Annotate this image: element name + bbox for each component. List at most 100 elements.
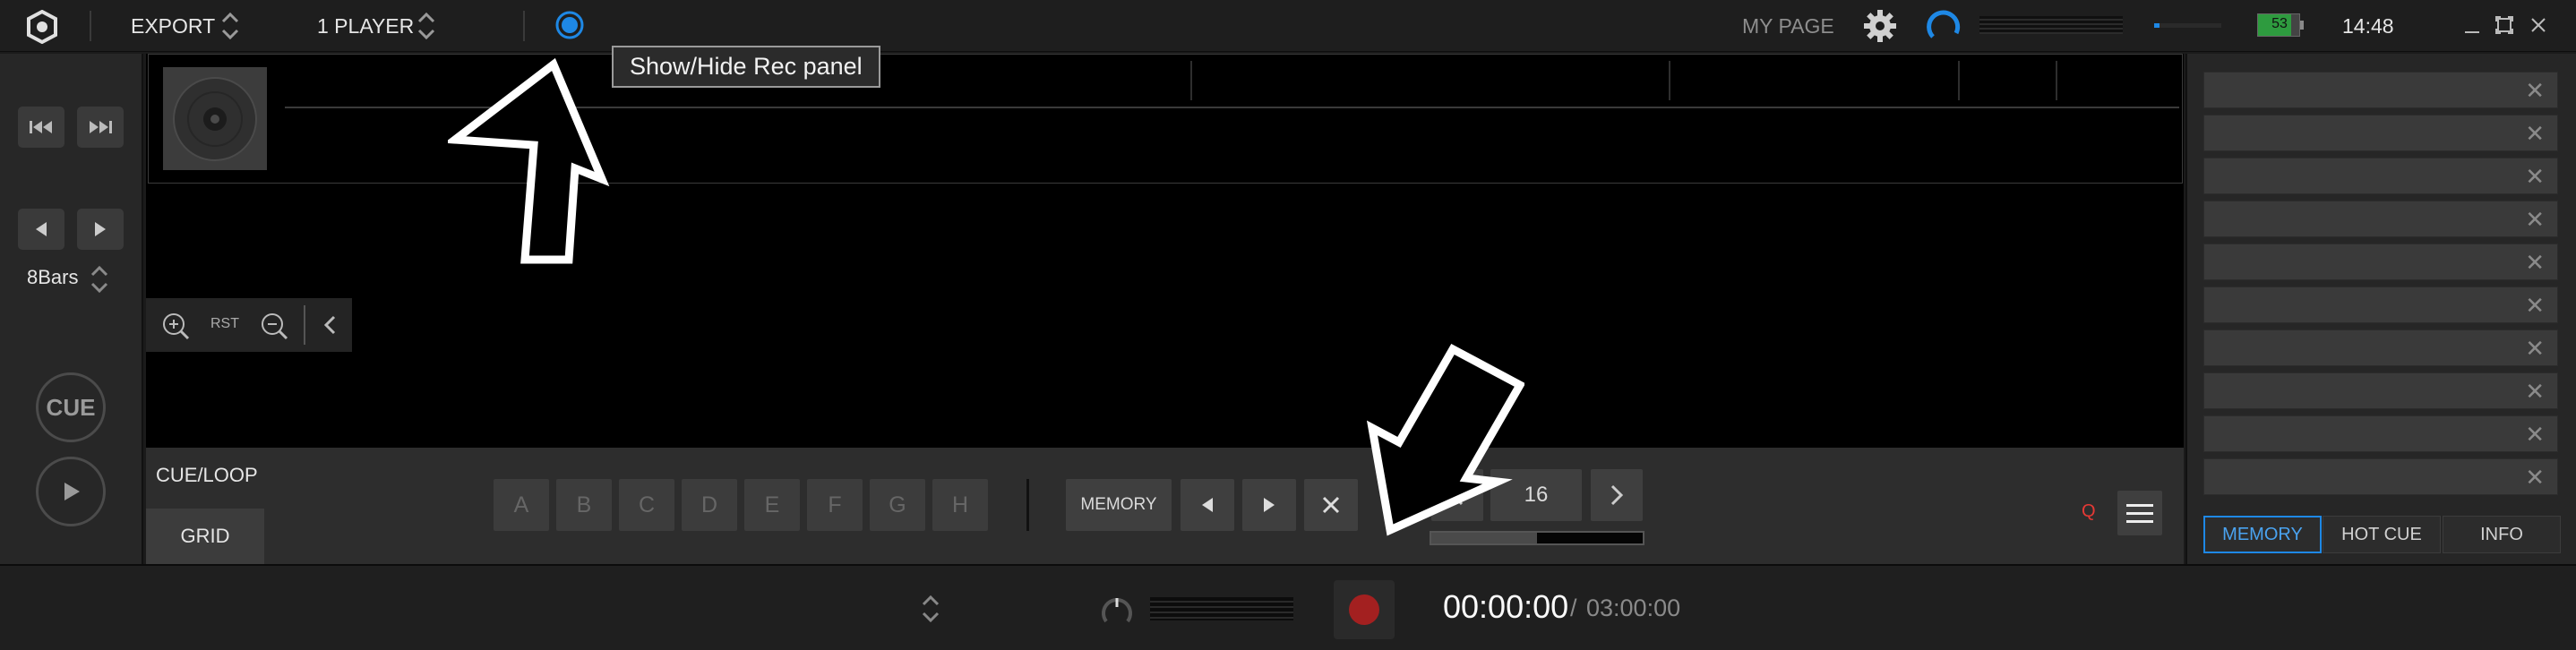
memory-cue-slot[interactable]: ✕ — [2203, 201, 2558, 237]
phrase-marker — [1958, 61, 1960, 100]
delete-slot-icon[interactable]: ✕ — [2525, 422, 2545, 447]
top-bar: EXPORT 1 PLAYER MY PAGE 53 14:48 — [0, 0, 2576, 52]
memory-cue-slot[interactable]: ✕ — [2203, 329, 2558, 366]
rec-panel-tooltip: Show/Hide Rec panel — [612, 46, 880, 88]
rec-button[interactable] — [1334, 580, 1395, 639]
tab-memory[interactable]: MEMORY — [2203, 516, 2322, 553]
hot-cue-pad-d[interactable]: D — [682, 479, 737, 531]
close-window-icon[interactable] — [2528, 14, 2549, 36]
annotation-arrow — [1363, 342, 1526, 541]
cpu-load-icon — [1926, 8, 1962, 44]
delete-slot-icon[interactable]: ✕ — [2525, 78, 2545, 103]
maximize-icon[interactable] — [2494, 14, 2515, 36]
memory-cue-slot[interactable]: ✕ — [2203, 458, 2558, 495]
battery-icon: 53 — [2257, 13, 2304, 37]
memory-cue-button[interactable]: MEMORY — [1066, 479, 1172, 531]
rec-source-chevron-icon[interactable] — [921, 593, 940, 625]
topbar-divider — [90, 11, 91, 41]
hot-cue-pad-g[interactable]: G — [870, 479, 925, 531]
topbar-divider — [523, 11, 525, 41]
delete-slot-icon[interactable]: ✕ — [2525, 293, 2545, 318]
beat-jump-size-chevron-icon[interactable] — [90, 263, 109, 295]
zoom-in-icon[interactable] — [160, 311, 191, 341]
minimize-icon[interactable] — [2461, 14, 2483, 36]
delete-slot-icon[interactable]: ✕ — [2525, 465, 2545, 490]
hot-cue-pad-b[interactable]: B — [556, 479, 612, 531]
beat-jump-back-button[interactable] — [18, 209, 64, 250]
loop-double-button[interactable] — [1591, 469, 1643, 521]
memory-cue-slot[interactable]: ✕ — [2203, 287, 2558, 323]
my-page-link[interactable]: MY PAGE — [1742, 0, 1834, 52]
memory-prev-button[interactable] — [1181, 479, 1234, 531]
memory-cue-slot[interactable]: ✕ — [2203, 115, 2558, 151]
beat-jump-forward-button[interactable] — [77, 209, 124, 250]
collapse-left-icon[interactable] — [322, 314, 339, 336]
rec-gain-knob-icon[interactable] — [1099, 593, 1135, 629]
delete-slot-icon[interactable]: ✕ — [2525, 379, 2545, 404]
skip-forward-icon — [90, 121, 112, 133]
hamburger-menu-icon — [2126, 504, 2153, 523]
quantize-button[interactable]: Q — [2082, 501, 2096, 522]
phrase-marker — [1669, 61, 1670, 100]
grid-tab[interactable]: GRID — [146, 509, 264, 564]
phrase-marker — [2056, 61, 2057, 100]
battery-level: 53 — [2271, 16, 2288, 31]
delete-slot-icon[interactable]: ✕ — [2525, 121, 2545, 146]
annotation-arrow — [443, 57, 614, 269]
memory-cue-slot[interactable]: ✕ — [2203, 158, 2558, 194]
close-icon — [1322, 496, 1340, 514]
cueloop-menu-button[interactable] — [2117, 491, 2162, 535]
play-icon — [64, 483, 80, 500]
grid-tab-label: GRID — [180, 525, 230, 547]
cue-loop-tab[interactable]: CUE/LOOP — [156, 464, 258, 487]
cueloop-divider — [1026, 479, 1029, 531]
tab-info[interactable]: INFO — [2443, 516, 2561, 553]
export-mode-chevron-icon[interactable] — [220, 10, 240, 42]
player-mode-button[interactable]: 1 PLAYER — [317, 0, 414, 52]
clock: 14:48 — [2342, 14, 2394, 38]
delete-slot-icon[interactable]: ✕ — [2525, 207, 2545, 232]
rec-time-separator: / — [1570, 594, 1577, 621]
phrase-marker — [1190, 61, 1192, 100]
hot-cue-pad-e[interactable]: E — [744, 479, 800, 531]
triangle-right-icon — [1264, 498, 1275, 512]
track-artwork — [163, 67, 267, 170]
play-button[interactable] — [36, 457, 106, 526]
tab-hot-cue[interactable]: HOT CUE — [2323, 516, 2441, 553]
memory-next-button[interactable] — [1242, 479, 1296, 531]
memory-cue-slot[interactable]: ✕ — [2203, 72, 2558, 108]
disc-icon — [173, 76, 257, 161]
rec-elapsed-time: 00:00:00 — [1443, 588, 1569, 625]
previous-track-button[interactable] — [18, 107, 64, 148]
memory-cue-slot[interactable]: ✕ — [2203, 244, 2558, 280]
rec-panel-toggle-icon[interactable] — [554, 10, 585, 40]
hot-cue-pad-a[interactable]: A — [494, 479, 549, 531]
chevron-right-icon — [1610, 484, 1624, 506]
hot-cue-pad-f[interactable]: F — [807, 479, 863, 531]
zoom-divider — [304, 305, 305, 345]
zoom-controls: RST — [146, 298, 352, 352]
triangle-right-icon — [95, 222, 106, 236]
hot-cue-pad-c[interactable]: C — [619, 479, 674, 531]
zoom-reset-button[interactable]: RST — [210, 316, 239, 332]
hot-cue-pad-h[interactable]: H — [932, 479, 988, 531]
delete-slot-icon[interactable]: ✕ — [2525, 250, 2545, 275]
delete-slot-icon[interactable]: ✕ — [2525, 164, 2545, 189]
skip-back-icon — [30, 121, 52, 133]
settings-gear-icon[interactable] — [1863, 9, 1897, 43]
player-mode-chevron-icon[interactable] — [416, 10, 436, 42]
cue-button[interactable]: CUE — [36, 372, 106, 442]
rec-level-meter — [1150, 597, 1293, 620]
beat-jump-size-label: 8Bars — [27, 266, 79, 288]
memory-cue-slot[interactable]: ✕ — [2203, 372, 2558, 409]
app-logo-icon[interactable] — [25, 9, 59, 45]
memory-cue-slot[interactable]: ✕ — [2203, 415, 2558, 452]
triangle-left-icon — [1202, 498, 1213, 512]
next-track-button[interactable] — [77, 107, 124, 148]
export-mode-button[interactable]: EXPORT — [131, 0, 215, 52]
memory-delete-button[interactable] — [1304, 479, 1358, 531]
zoom-out-icon[interactable] — [259, 311, 289, 341]
delete-slot-icon[interactable]: ✕ — [2525, 336, 2545, 361]
cpu-load-meter — [1979, 16, 2123, 34]
rec-total-time: 03:00:00 — [1586, 594, 1681, 621]
